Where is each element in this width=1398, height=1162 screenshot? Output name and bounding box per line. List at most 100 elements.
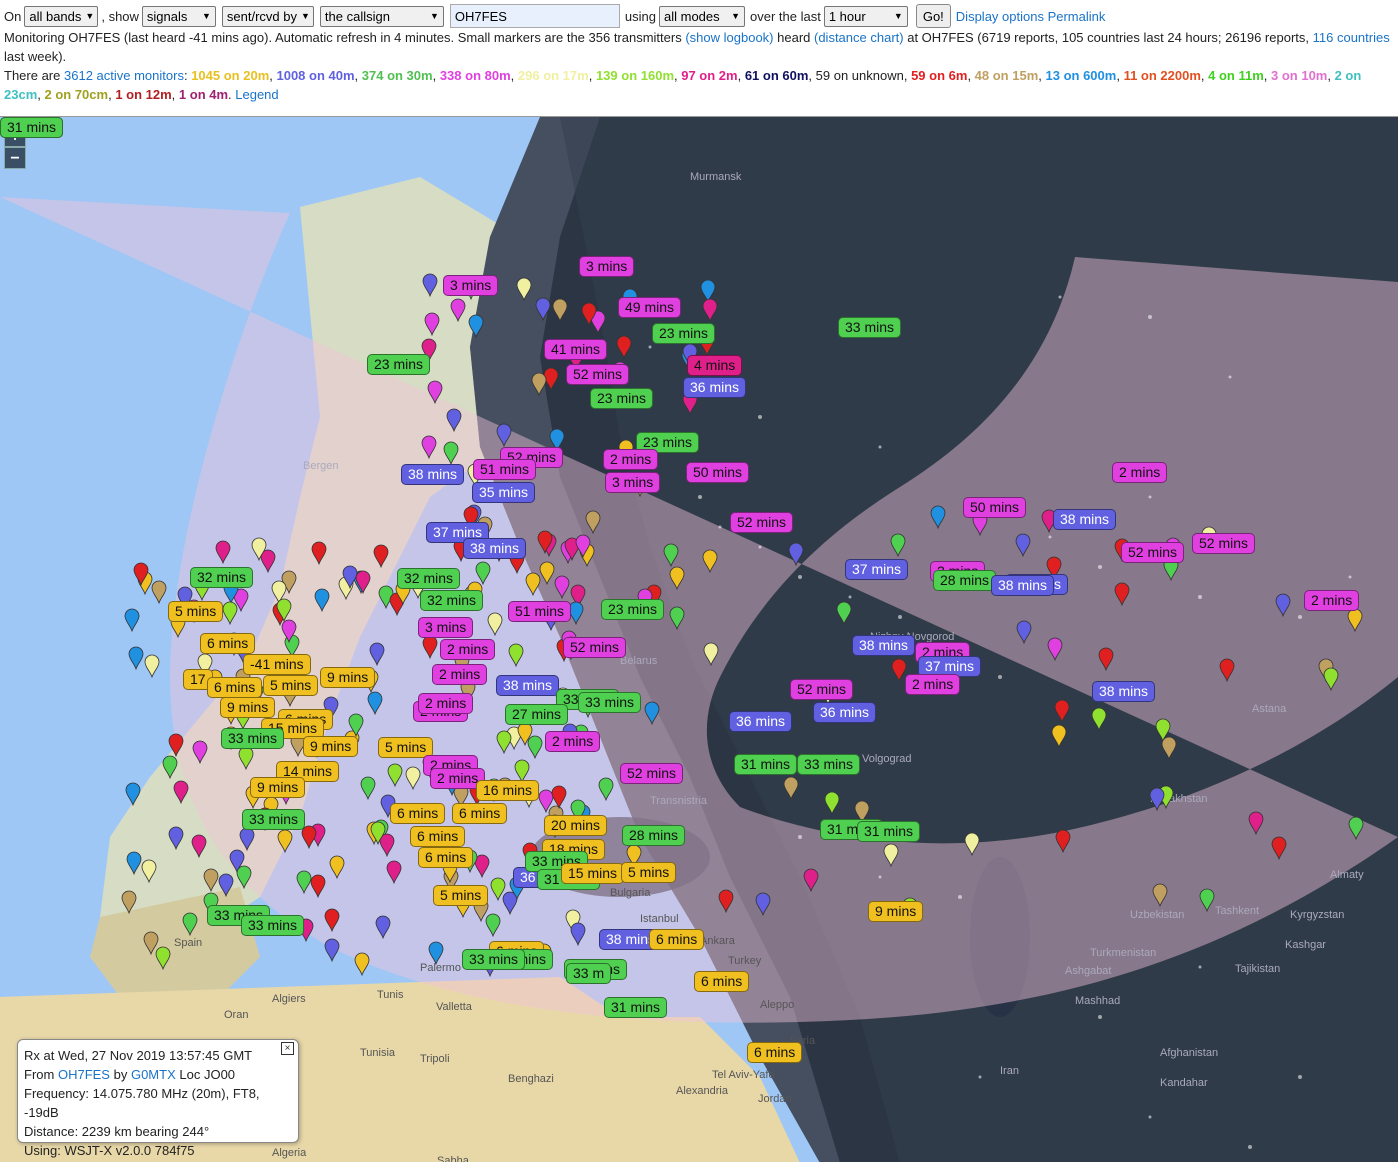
map-marker-icon[interactable] <box>450 298 466 322</box>
map-marker-icon[interactable] <box>663 543 679 567</box>
display-options-link[interactable]: Display options <box>956 9 1044 24</box>
map-marker-icon[interactable] <box>669 566 685 590</box>
time-label[interactable]: 2 mins <box>1304 590 1360 611</box>
map-marker-icon[interactable] <box>173 780 189 804</box>
map-marker-icon[interactable] <box>192 740 208 764</box>
map-marker-icon[interactable] <box>1248 811 1264 835</box>
time-label[interactable]: 52 mins <box>1192 533 1256 554</box>
map-marker-icon[interactable] <box>718 889 734 913</box>
map-marker-icon[interactable] <box>238 746 254 770</box>
map-marker-icon[interactable] <box>281 619 297 643</box>
map-marker-icon[interactable] <box>218 873 234 897</box>
time-label[interactable]: 27 mins <box>505 704 569 725</box>
map-marker-icon[interactable] <box>155 946 171 970</box>
map-marker-icon[interactable] <box>133 562 149 586</box>
time-label[interactable]: 28 mins <box>622 825 686 846</box>
map-marker-icon[interactable] <box>151 580 167 604</box>
time-label[interactable]: 6 mins <box>418 847 474 868</box>
time-label[interactable]: 49 mins <box>618 297 682 318</box>
map-marker-icon[interactable] <box>141 859 157 883</box>
map-marker-icon[interactable] <box>421 435 437 459</box>
map-marker-icon[interactable] <box>531 372 547 396</box>
map-marker-icon[interactable] <box>443 441 459 465</box>
map-marker-icon[interactable] <box>1161 736 1177 760</box>
map-marker-icon[interactable] <box>581 302 597 326</box>
map-marker-icon[interactable] <box>314 588 330 612</box>
time-label[interactable]: 31 mins <box>857 821 921 842</box>
map-marker-icon[interactable] <box>239 827 255 851</box>
time-label[interactable]: 41 mins <box>544 339 608 360</box>
map-marker-icon[interactable] <box>1152 883 1168 907</box>
map-marker-icon[interactable] <box>422 273 438 297</box>
time-label[interactable]: 9 mins <box>868 901 924 922</box>
time-label[interactable]: 3 mins <box>418 617 474 638</box>
map-marker-icon[interactable] <box>222 601 238 625</box>
map-marker-icon[interactable] <box>496 423 512 447</box>
time-label[interactable]: 16 mins <box>476 780 540 801</box>
map-marker-icon[interactable] <box>1149 787 1165 811</box>
map-marker-icon[interactable] <box>310 874 326 898</box>
map-marker-icon[interactable] <box>386 860 402 884</box>
time-label[interactable]: 32 mins <box>190 567 254 588</box>
time-label[interactable]: 51 mins <box>508 601 572 622</box>
map-marker-icon[interactable] <box>168 733 184 757</box>
time-label[interactable]: 50 mins <box>963 497 1027 518</box>
time-label[interactable]: 6 mins <box>207 677 263 698</box>
map-marker-icon[interactable] <box>585 510 601 534</box>
map-marker-icon[interactable] <box>468 314 484 338</box>
show-logbook-link[interactable]: (show logbook) <box>685 30 773 45</box>
time-label[interactable]: 2 mins <box>432 664 488 685</box>
time-label[interactable]: 36 mins <box>729 711 793 732</box>
time-label[interactable]: 32 mins <box>420 590 484 611</box>
time-label[interactable]: 6 mins <box>747 1042 803 1063</box>
time-label[interactable]: 3 mins <box>579 256 635 277</box>
time-label[interactable]: 52 mins <box>563 637 627 658</box>
map-marker-icon[interactable] <box>1347 608 1363 632</box>
map-marker-icon[interactable] <box>1047 637 1063 661</box>
map-marker-icon[interactable] <box>373 544 389 568</box>
map-marker-icon[interactable] <box>1015 533 1031 557</box>
map-marker-icon[interactable] <box>930 505 946 529</box>
time-label[interactable]: 2 mins <box>545 731 601 752</box>
map-marker-icon[interactable] <box>348 713 364 737</box>
map-marker-icon[interactable] <box>890 533 906 557</box>
time-label[interactable]: 23 mins <box>601 599 665 620</box>
map-marker-icon[interactable] <box>803 868 819 892</box>
map-marker-icon[interactable] <box>342 565 358 589</box>
time-label[interactable]: 38 mins <box>463 538 527 559</box>
map-marker-icon[interactable] <box>508 643 524 667</box>
map-marker-icon[interactable] <box>539 561 555 585</box>
map-marker-icon[interactable] <box>836 601 852 625</box>
permalink-link[interactable]: Permalink <box>1048 9 1106 24</box>
map-marker-icon[interactable] <box>1323 667 1339 691</box>
time-label[interactable]: 38 mins <box>496 675 560 696</box>
time-label[interactable]: 33 mins <box>241 915 305 936</box>
time-label[interactable]: 33 mins <box>797 754 861 775</box>
map-marker-icon[interactable] <box>405 766 421 790</box>
time-label[interactable]: 6 mins <box>649 929 705 950</box>
map-marker-icon[interactable] <box>554 575 570 599</box>
mode-select[interactable]: all modes ▼ <box>659 5 745 27</box>
map-marker-icon[interactable] <box>575 534 591 558</box>
time-label[interactable]: 6 mins <box>410 826 466 847</box>
map-marker-icon[interactable] <box>516 277 532 301</box>
map-marker-icon[interactable] <box>552 298 568 322</box>
map-marker-icon[interactable] <box>168 826 184 850</box>
time-label[interactable]: 32 mins <box>397 568 461 589</box>
time-label[interactable]: 23 mins <box>590 388 654 409</box>
direction-select[interactable]: sent/rcvd by ▼ <box>221 5 314 27</box>
time-label[interactable]: 52 mins <box>1121 542 1185 563</box>
time-label[interactable]: 33 mins <box>221 728 285 749</box>
map-marker-icon[interactable] <box>570 922 586 946</box>
countries-link[interactable]: 116 countries <box>1313 30 1390 45</box>
map-marker-icon[interactable] <box>702 549 718 573</box>
map-marker-icon[interactable] <box>1114 582 1130 606</box>
time-label[interactable]: 3 mins <box>443 275 499 296</box>
info-by-call[interactable]: G0MTX <box>131 1067 176 1082</box>
map-marker-icon[interactable] <box>1055 829 1071 853</box>
time-label[interactable]: 23 mins <box>652 323 716 344</box>
map-marker-icon[interactable] <box>162 755 178 779</box>
time-label[interactable]: 36 mins <box>683 377 747 398</box>
map-marker-icon[interactable] <box>1271 836 1287 860</box>
time-label[interactable]: 38 mins <box>1053 509 1117 530</box>
